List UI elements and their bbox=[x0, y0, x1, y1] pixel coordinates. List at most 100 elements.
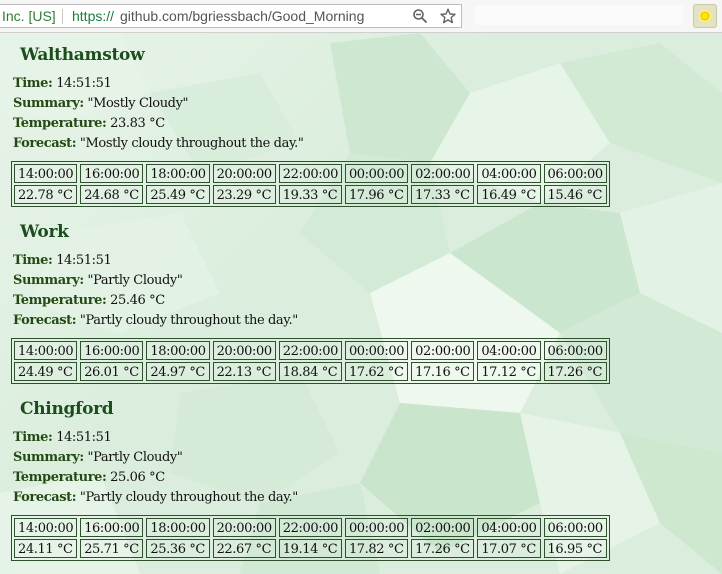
temperature-value: 25.06 °C bbox=[110, 470, 165, 485]
secure-indicator[interactable]: Inc. [US] bbox=[2, 5, 56, 27]
time-label: Time: bbox=[13, 253, 53, 268]
forecast-hour-cell: 18:00:00 bbox=[146, 341, 210, 360]
temperature-value: 23.83 °C bbox=[110, 116, 165, 131]
forecast-hour-cell: 16:00:00 bbox=[80, 518, 144, 537]
forecast-hour-cell: 16:00:00 bbox=[80, 164, 144, 183]
forecast-hour-cell: 20:00:00 bbox=[212, 164, 276, 183]
forecast-temp-cell: 25.49 °C bbox=[146, 185, 210, 204]
forecast-hour-cell: 22:00:00 bbox=[278, 164, 342, 183]
forecast-temp-cell: 24.97 °C bbox=[146, 362, 210, 381]
forecast-temp-cell: 25.71 °C bbox=[80, 539, 144, 558]
forecast-temp-cell: 16.49 °C bbox=[477, 185, 541, 204]
forecast-line: Forecast: "Partly cloudy throughout the … bbox=[13, 313, 298, 333]
temperature-label: Temperature: bbox=[13, 293, 107, 308]
summary-value: "Mostly Cloudy" bbox=[87, 96, 189, 111]
location-title: Chingford bbox=[20, 399, 114, 419]
forecast-temp-cell: 15.46 °C bbox=[543, 185, 607, 204]
forecast-table: 14:00:00 16:00:00 18:00:00 20:00:00 22:00:00… bbox=[11, 338, 610, 384]
forecast-hour-cell: 20:00:00 bbox=[212, 518, 276, 537]
temperature-line: Temperature: 25.06 °C bbox=[13, 470, 165, 490]
forecast-hour-cell: 06:00:00 bbox=[543, 518, 607, 537]
forecast-temp-cell: 17.07 °C bbox=[477, 539, 541, 558]
forecast-temp-cell: 19.14 °C bbox=[278, 539, 342, 558]
forecast-hour-cell: 18:00:00 bbox=[146, 164, 210, 183]
temperature-line: Temperature: 23.83 °C bbox=[13, 116, 165, 136]
star-icon[interactable] bbox=[440, 8, 456, 24]
temperature-line: Temperature: 25.46 °C bbox=[13, 293, 165, 313]
temperature-label: Temperature: bbox=[13, 116, 107, 131]
summary-value: "Partly Cloudy" bbox=[87, 273, 183, 288]
forecast-label: Forecast: bbox=[13, 136, 77, 151]
url-path[interactable]: github.com/bgriessbach/Good_Morning bbox=[120, 5, 364, 27]
forecast-temp-cell: 17.62 °C bbox=[344, 362, 409, 381]
forecast-hour-cell: 00:00:00 bbox=[344, 518, 409, 537]
temperature-value: 25.46 °C bbox=[110, 293, 165, 308]
forecast-temp-cell: 17.82 °C bbox=[344, 539, 409, 558]
forecast-hour-cell: 14:00:00 bbox=[14, 341, 78, 360]
forecast-hour-cell: 20:00:00 bbox=[212, 341, 276, 360]
location-title: Walthamstow bbox=[20, 45, 145, 65]
forecast-value: "Mostly cloudy throughout the day." bbox=[79, 136, 304, 151]
forecast-label: Forecast: bbox=[13, 490, 77, 505]
address-separator bbox=[62, 9, 63, 24]
weather-popup: Walthamstow Time: 14:51:51 Summary: "Mostl… bbox=[0, 33, 722, 574]
forecast-value: "Partly cloudy throughout the day." bbox=[79, 313, 298, 328]
forecast-temp-cell: 19.33 °C bbox=[278, 185, 342, 204]
location-block: Walthamstow Time: 14:51:51 Summary: "Mostl… bbox=[0, 45, 722, 220]
forecast-hour-cell: 00:00:00 bbox=[344, 341, 409, 360]
forecast-hour-cell: 14:00:00 bbox=[14, 164, 78, 183]
time-label: Time: bbox=[13, 430, 53, 445]
forecast-label: Forecast: bbox=[13, 313, 77, 328]
forecast-temp-cell: 22.13 °C bbox=[212, 362, 276, 381]
forecast-temp-cell: 26.01 °C bbox=[80, 362, 144, 381]
forecast-temp-cell: 17.33 °C bbox=[411, 185, 475, 204]
forecast-hour-cell: 06:00:00 bbox=[543, 341, 607, 360]
forecast-temp-cell: 17.26 °C bbox=[411, 539, 475, 558]
forecast-hour-cell: 02:00:00 bbox=[411, 164, 475, 183]
forecast-hour-cell: 14:00:00 bbox=[14, 518, 78, 537]
url-protocol[interactable]: https:// bbox=[72, 5, 114, 27]
time-line: Time: 14:51:51 bbox=[13, 430, 112, 450]
summary-label: Summary: bbox=[13, 273, 84, 288]
forecast-temp-cell: 17.16 °C bbox=[411, 362, 475, 381]
forecast-temp-cell: 17.12 °C bbox=[477, 362, 541, 381]
forecast-table: 14:00:00 16:00:00 18:00:00 20:00:00 22:00:00… bbox=[11, 161, 610, 207]
time-value: 14:51:51 bbox=[56, 76, 112, 91]
address-bar[interactable]: Inc. [US] https:// github.com/bgriessbac… bbox=[0, 4, 462, 28]
sun-icon bbox=[696, 7, 714, 29]
summary-label: Summary: bbox=[13, 450, 84, 465]
summary-line: Summary: "Mostly Cloudy" bbox=[13, 96, 189, 116]
temperature-label: Temperature: bbox=[13, 470, 107, 485]
forecast-hour-cell: 02:00:00 bbox=[411, 341, 475, 360]
forecast-hour-cell: 04:00:00 bbox=[477, 341, 541, 360]
forecast-temp-cell: 17.96 °C bbox=[344, 185, 409, 204]
forecast-temp-cell: 16.95 °C bbox=[543, 539, 607, 558]
forecast-line: Forecast: "Partly cloudy throughout the … bbox=[13, 490, 298, 510]
forecast-temp-cell: 17.26 °C bbox=[543, 362, 607, 381]
weather-content: Walthamstow Time: 14:51:51 Summary: "Mostl… bbox=[0, 33, 722, 574]
forecast-hour-cell: 00:00:00 bbox=[344, 164, 409, 183]
summary-line: Summary: "Partly Cloudy" bbox=[13, 273, 183, 293]
time-line: Time: 14:51:51 bbox=[13, 76, 112, 96]
forecast-temp-cell: 18.84 °C bbox=[278, 362, 342, 381]
time-value: 14:51:51 bbox=[56, 253, 112, 268]
weather-extension-button[interactable] bbox=[693, 4, 717, 28]
forecast-hour-cell: 04:00:00 bbox=[477, 164, 541, 183]
summary-value: "Partly Cloudy" bbox=[87, 450, 183, 465]
zoom-out-icon[interactable] bbox=[412, 8, 428, 24]
forecast-temp-cell: 24.49 °C bbox=[14, 362, 78, 381]
forecast-hour-cell: 02:00:00 bbox=[411, 518, 475, 537]
forecast-hour-cell: 16:00:00 bbox=[80, 341, 144, 360]
forecast-temp-cell: 25.36 °C bbox=[146, 539, 210, 558]
forecast-hour-cell: 22:00:00 bbox=[278, 518, 342, 537]
forecast-hour-cell: 18:00:00 bbox=[146, 518, 210, 537]
forecast-hour-cell: 22:00:00 bbox=[278, 341, 342, 360]
summary-line: Summary: "Partly Cloudy" bbox=[13, 450, 183, 470]
forecast-temp-cell: 22.67 °C bbox=[212, 539, 276, 558]
location-block: Chingford Time: 14:51:51 Summary: "Partly … bbox=[0, 399, 722, 574]
forecast-line: Forecast: "Mostly cloudy throughout the … bbox=[13, 136, 304, 156]
forecast-temp-cell: 24.11 °C bbox=[14, 539, 78, 558]
forecast-value: "Partly cloudy throughout the day." bbox=[79, 490, 298, 505]
location-title: Work bbox=[20, 222, 69, 242]
forecast-temp-cell: 24.68 °C bbox=[80, 185, 144, 204]
